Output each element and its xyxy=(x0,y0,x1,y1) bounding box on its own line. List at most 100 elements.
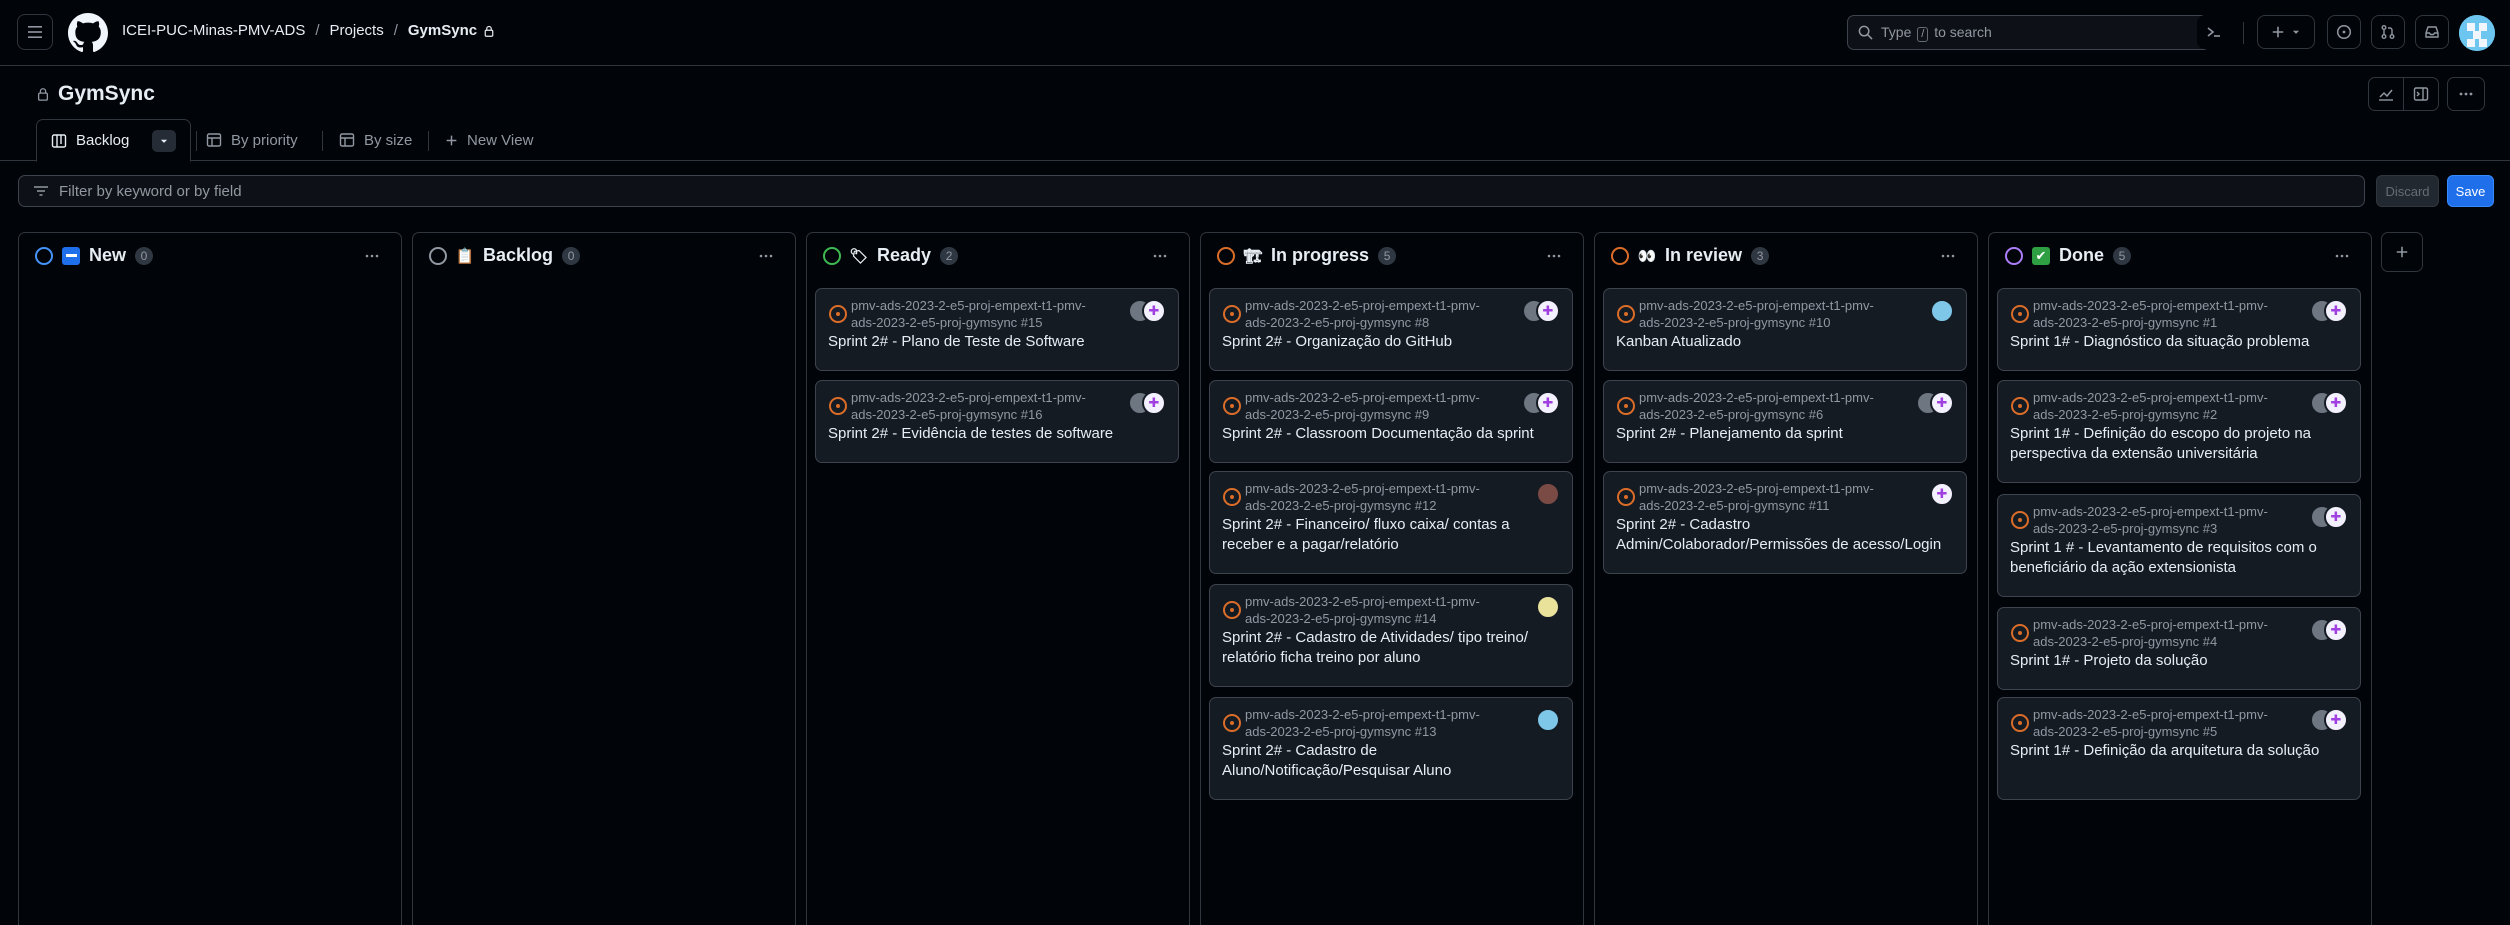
assignee-avatar[interactable] xyxy=(1536,595,1560,619)
issue-card[interactable]: pmv-ads-2023-2-e5-proj-empext-t1-pmv-ads… xyxy=(1209,471,1573,574)
card-title[interactable]: Sprint 1# - Definição da arquitetura da … xyxy=(2010,741,2350,761)
issue-card[interactable]: pmv-ads-2023-2-e5-proj-empext-t1-pmv-ads… xyxy=(1209,697,1573,800)
card-title[interactable]: Sprint 2# - Financeiro/ fluxo caixa/ con… xyxy=(1222,515,1562,555)
column-menu-button[interactable] xyxy=(1939,247,1957,270)
card-title[interactable]: Sprint 1 # - Levantamento de requisitos … xyxy=(2010,538,2350,578)
assignee-avatar[interactable] xyxy=(1536,391,1560,415)
issue-card[interactable]: pmv-ads-2023-2-e5-proj-empext-t1-pmv-ads… xyxy=(1997,288,2361,371)
column-menu-button[interactable] xyxy=(1545,247,1563,270)
assignee-avatar[interactable] xyxy=(1930,391,1954,415)
card-title[interactable]: Kanban Atualizado xyxy=(1616,332,1956,352)
tab-by-size[interactable]: By size xyxy=(339,119,412,161)
issue-card[interactable]: pmv-ads-2023-2-e5-proj-empext-t1-pmv-ads… xyxy=(1997,494,2361,597)
command-palette-button[interactable] xyxy=(2197,15,2231,49)
issue-card[interactable]: pmv-ads-2023-2-e5-proj-empext-t1-pmv-ads… xyxy=(1603,288,1967,371)
breadcrumb-org-link[interactable]: ICEI-PUC-Minas-PMV-ADS xyxy=(122,22,305,39)
card-repo-reference[interactable]: pmv-ads-2023-2-e5-proj-empext-t1-pmv-ads… xyxy=(2033,616,2293,650)
issue-card[interactable]: pmv-ads-2023-2-e5-proj-empext-t1-pmv-ads… xyxy=(815,380,1179,463)
issue-card[interactable]: pmv-ads-2023-2-e5-proj-empext-t1-pmv-ads… xyxy=(1209,380,1573,463)
card-title[interactable]: Sprint 2# - Cadastro de Aluno/Notificaçã… xyxy=(1222,741,1562,781)
save-button[interactable]: Save xyxy=(2447,175,2494,207)
issue-card[interactable]: pmv-ads-2023-2-e5-proj-empext-t1-pmv-ads… xyxy=(1997,380,2361,483)
card-title[interactable]: Sprint 1# - Projeto da solução xyxy=(2010,651,2350,671)
menu-icon[interactable] xyxy=(17,14,53,50)
issue-card[interactable]: pmv-ads-2023-2-e5-proj-empext-t1-pmv-ads… xyxy=(1209,288,1573,371)
issue-card[interactable]: pmv-ads-2023-2-e5-proj-empext-t1-pmv-ads… xyxy=(815,288,1179,371)
add-column-button[interactable] xyxy=(2381,232,2423,272)
issue-card[interactable]: pmv-ads-2023-2-e5-proj-empext-t1-pmv-ads… xyxy=(1997,697,2361,800)
assignee-avatar[interactable] xyxy=(1930,299,1954,323)
column-menu-button[interactable] xyxy=(757,247,775,270)
card-repo-reference[interactable]: pmv-ads-2023-2-e5-proj-empext-t1-pmv-ads… xyxy=(2033,389,2293,423)
card-repo-reference[interactable]: pmv-ads-2023-2-e5-proj-empext-t1-pmv-ads… xyxy=(2033,297,2293,331)
column-menu-button[interactable] xyxy=(1151,247,1169,270)
new-view-button[interactable]: New View xyxy=(445,119,533,161)
filter-input[interactable]: Filter by keyword or by field xyxy=(18,175,2365,207)
column-menu-button[interactable] xyxy=(2333,247,2351,270)
search-input[interactable]: Type / to search xyxy=(1847,15,2210,50)
issue-card[interactable]: pmv-ads-2023-2-e5-proj-empext-t1-pmv-ads… xyxy=(1603,471,1967,574)
card-title[interactable]: Sprint 2# - Planejamento da sprint xyxy=(1616,424,1956,444)
card-title[interactable]: Sprint 2# - Plano de Teste de Software xyxy=(828,332,1168,352)
assignee-avatar[interactable] xyxy=(1536,299,1560,323)
card-repo-reference[interactable]: pmv-ads-2023-2-e5-proj-empext-t1-pmv-ads… xyxy=(1245,389,1505,423)
assignee-avatar[interactable] xyxy=(2324,505,2348,529)
eyes-icon: 👀 xyxy=(1637,247,1657,265)
pull-requests-button[interactable] xyxy=(2371,15,2405,49)
card-title[interactable]: Sprint 2# - Cadastro Admin/Colaborador/P… xyxy=(1616,515,1956,555)
kebab-horizontal-icon xyxy=(1941,254,1955,258)
card-repo-reference[interactable]: pmv-ads-2023-2-e5-proj-empext-t1-pmv-ads… xyxy=(1639,480,1899,514)
create-new-button[interactable] xyxy=(2257,15,2315,49)
assignee-avatar[interactable] xyxy=(1536,482,1560,506)
column-title: New xyxy=(89,245,127,265)
breadcrumb-current[interactable]: GymSync xyxy=(408,22,495,39)
card-repo-reference[interactable]: pmv-ads-2023-2-e5-proj-empext-t1-pmv-ads… xyxy=(2033,503,2293,537)
kebab-horizontal-icon xyxy=(365,254,379,258)
card-title[interactable]: Sprint 1# - Diagnóstico da situação prob… xyxy=(2010,332,2350,352)
user-avatar[interactable] xyxy=(2459,15,2495,51)
inbox-button[interactable] xyxy=(2415,15,2449,49)
issue-card[interactable]: pmv-ads-2023-2-e5-proj-empext-t1-pmv-ads… xyxy=(1603,380,1967,463)
breadcrumb-projects-link[interactable]: Projects xyxy=(330,22,384,39)
assignee-avatar[interactable] xyxy=(2324,708,2348,732)
side-panel-button[interactable] xyxy=(2403,77,2439,111)
tab-by-priority[interactable]: By priority xyxy=(206,119,298,161)
card-repo-reference[interactable]: pmv-ads-2023-2-e5-proj-empext-t1-pmv-ads… xyxy=(1639,389,1899,423)
assignee-avatar[interactable] xyxy=(2324,299,2348,323)
card-repo-reference[interactable]: pmv-ads-2023-2-e5-proj-empext-t1-pmv-ads… xyxy=(1245,480,1505,514)
assignee-avatars xyxy=(2310,505,2348,529)
issues-button[interactable] xyxy=(2327,15,2361,49)
issue-card[interactable]: pmv-ads-2023-2-e5-proj-empext-t1-pmv-ads… xyxy=(1997,607,2361,690)
construction-icon: 🏗 xyxy=(1243,247,1263,265)
github-logo-icon[interactable] xyxy=(68,13,108,53)
card-repo-reference[interactable]: pmv-ads-2023-2-e5-proj-empext-t1-pmv-ads… xyxy=(1639,297,1899,331)
column-count-badge: 5 xyxy=(2113,246,2131,265)
column-menu-button[interactable] xyxy=(363,247,381,270)
search-icon xyxy=(1858,25,1873,40)
card-title[interactable]: Sprint 1# - Definição do escopo do proje… xyxy=(2010,424,2350,464)
view-options-button[interactable] xyxy=(152,129,177,152)
assignee-avatar[interactable] xyxy=(1930,482,1954,506)
assignee-avatar[interactable] xyxy=(1142,391,1166,415)
issue-card[interactable]: pmv-ads-2023-2-e5-proj-empext-t1-pmv-ads… xyxy=(1209,584,1573,687)
card-repo-reference[interactable]: pmv-ads-2023-2-e5-proj-empext-t1-pmv-ads… xyxy=(1245,593,1505,627)
card-repo-reference[interactable]: pmv-ads-2023-2-e5-proj-empext-t1-pmv-ads… xyxy=(2033,706,2293,740)
card-title[interactable]: Sprint 2# - Cadastro de Atividades/ tipo… xyxy=(1222,628,1562,668)
card-title[interactable]: Sprint 2# - Classroom Documentação da sp… xyxy=(1222,424,1562,444)
project-title-text: GymSync xyxy=(58,82,155,105)
assignee-avatar[interactable] xyxy=(2324,391,2348,415)
assignee-avatar[interactable] xyxy=(1142,299,1166,323)
card-repo-reference[interactable]: pmv-ads-2023-2-e5-proj-empext-t1-pmv-ads… xyxy=(1245,706,1505,740)
card-title[interactable]: Sprint 2# - Organização do GitHub xyxy=(1222,332,1562,352)
tab-backlog[interactable]: Backlog xyxy=(36,119,192,162)
insights-button[interactable] xyxy=(2368,77,2404,111)
card-title[interactable]: Sprint 2# - Evidência de testes de softw… xyxy=(828,424,1168,444)
project-more-button[interactable] xyxy=(2447,77,2485,111)
card-repo-reference[interactable]: pmv-ads-2023-2-e5-proj-empext-t1-pmv-ads… xyxy=(851,389,1111,423)
terminal-icon xyxy=(2207,27,2220,37)
card-repo-reference[interactable]: pmv-ads-2023-2-e5-proj-empext-t1-pmv-ads… xyxy=(851,297,1111,331)
discard-button[interactable]: Discard xyxy=(2376,175,2439,207)
card-repo-reference[interactable]: pmv-ads-2023-2-e5-proj-empext-t1-pmv-ads… xyxy=(1245,297,1505,331)
assignee-avatar[interactable] xyxy=(2324,618,2348,642)
assignee-avatar[interactable] xyxy=(1536,708,1560,732)
